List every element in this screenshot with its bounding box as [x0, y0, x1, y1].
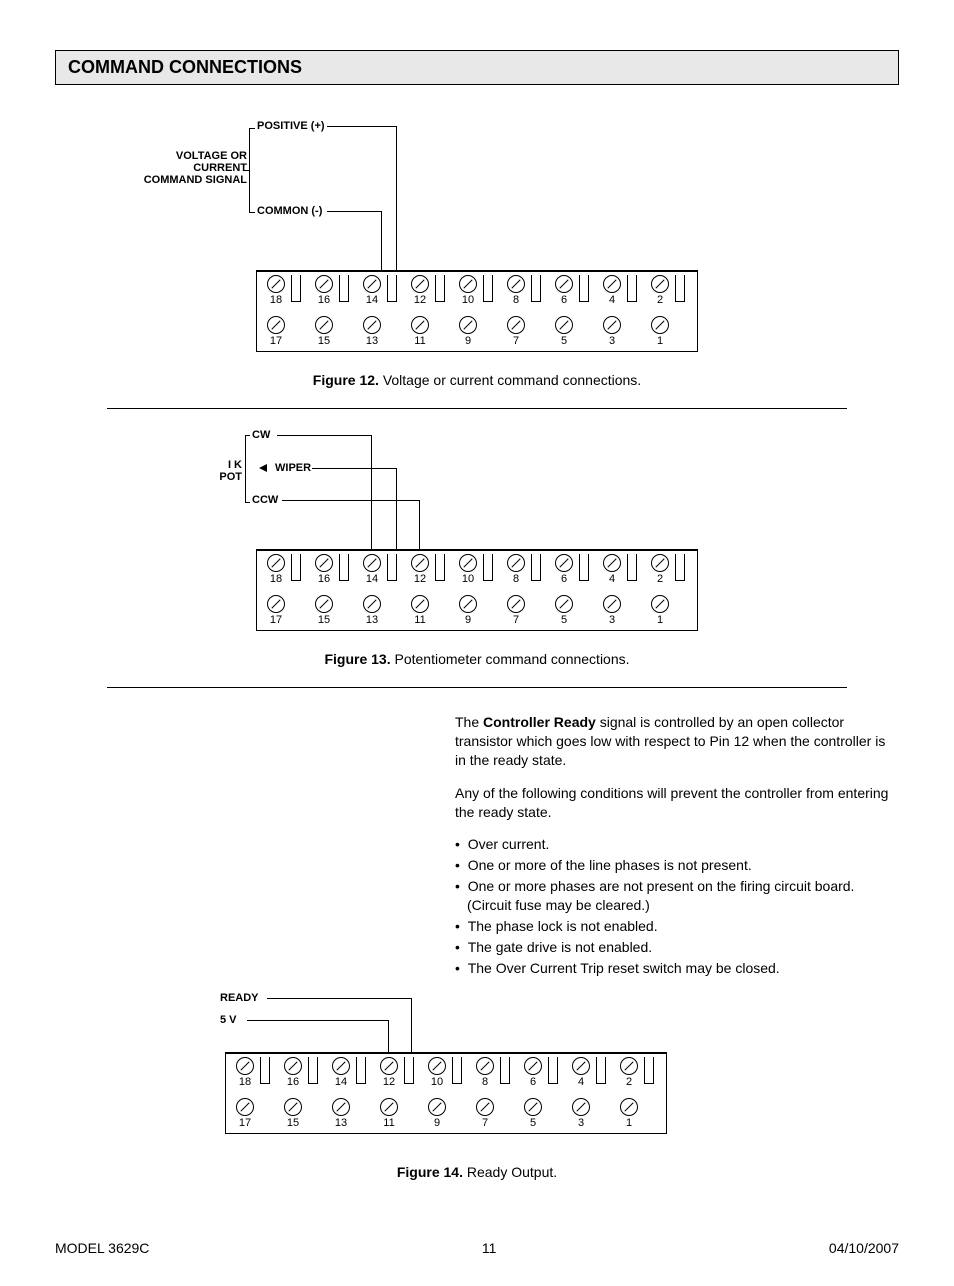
- footer-date: 04/10/2007: [829, 1240, 899, 1256]
- list-item: The gate drive is not enabled.: [455, 938, 899, 957]
- page-footer: MODEL 3629C 11 04/10/2007: [55, 1240, 899, 1256]
- arrow-icon: [259, 464, 267, 472]
- terminal-block-fig13: 18 16 14 12 10 8 6 4 2 17 15 13 11 9 7 5…: [256, 549, 698, 631]
- figure-14-caption: Figure 14. Ready Output.: [55, 1164, 899, 1180]
- screw-icon: [267, 275, 285, 293]
- pot-label-block: I K POT: [202, 459, 242, 483]
- figure-12: VOLTAGE OR CURRENT COMMAND SIGNAL POSITI…: [55, 120, 899, 409]
- section-title: COMMAND CONNECTIONS: [68, 57, 302, 77]
- terminal-block-fig14: 18 16 14 12 10 8 6 4 2 17 15 13 11 9 7 5…: [225, 1052, 667, 1134]
- common-label: COMMON (-): [257, 205, 322, 217]
- terminal-block-fig12: 18 16 14 12 10 8 6 4 2 17 15 13 11 9 7 5…: [256, 270, 698, 352]
- controller-ready-paragraph: The Controller Ready signal is controlle…: [455, 713, 899, 770]
- figure-12-caption: Figure 12. Voltage or current command co…: [55, 372, 899, 388]
- list-item: The phase lock is not enabled.: [455, 917, 899, 936]
- divider: [107, 408, 847, 409]
- ccw-label: CCW: [252, 494, 278, 506]
- positive-label: POSITIVE (+): [257, 120, 325, 132]
- list-item: One or more of the line phases is not pr…: [455, 856, 899, 875]
- footer-model: MODEL 3629C: [55, 1240, 149, 1256]
- signal-label-block: VOLTAGE OR CURRENT COMMAND SIGNAL: [137, 150, 247, 186]
- list-item: Over current.: [455, 835, 899, 854]
- body-text: The Controller Ready signal is controlle…: [455, 713, 899, 978]
- list-item: The Over Current Trip reset switch may b…: [455, 959, 899, 978]
- conditions-list: Over current. One or more of the line ph…: [455, 835, 899, 977]
- five-volt-label: 5 V: [220, 1014, 237, 1026]
- footer-page: 11: [482, 1240, 497, 1256]
- conditions-intro: Any of the following conditions will pre…: [455, 784, 899, 822]
- figure-13-caption: Figure 13. Potentiometer command connect…: [55, 651, 899, 667]
- divider: [107, 687, 847, 688]
- figure-14: READY 5 V 18 16 14 12 10 8 6 4 2 17 15 1…: [55, 992, 899, 1180]
- list-item: One or more phases are not present on th…: [455, 877, 899, 915]
- wiper-label: WIPER: [275, 462, 311, 474]
- section-header: COMMAND CONNECTIONS: [55, 50, 899, 85]
- figure-13: I K POT CW WIPER CCW 18 16 14 12 10 8 6 …: [55, 429, 899, 688]
- ready-label: READY: [220, 992, 259, 1004]
- cw-label: CW: [252, 429, 270, 441]
